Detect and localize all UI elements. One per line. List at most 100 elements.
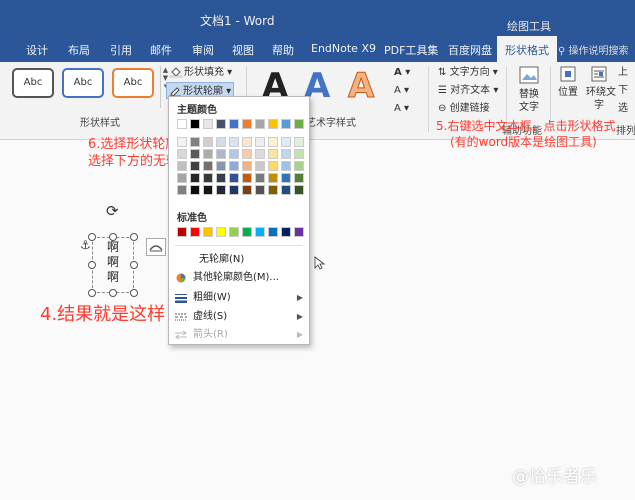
color-swatch[interactable] <box>268 173 278 183</box>
color-swatch[interactable] <box>281 227 291 237</box>
color-swatch[interactable] <box>190 161 200 171</box>
color-swatch[interactable] <box>294 173 304 183</box>
shape-style-2[interactable]: Abc <box>62 68 104 98</box>
tab-layout[interactable]: 布局 <box>68 42 90 58</box>
text-effects-button[interactable]: A ▾ <box>392 100 411 117</box>
color-swatch[interactable] <box>203 119 213 129</box>
color-swatch[interactable] <box>255 185 265 195</box>
color-swatch[interactable] <box>281 161 291 171</box>
resize-handle[interactable] <box>88 233 96 241</box>
color-swatch[interactable] <box>203 149 213 159</box>
color-swatch[interactable] <box>190 119 200 129</box>
color-swatch[interactable] <box>203 137 213 147</box>
align-text-button[interactable]: ☰ 对齐文本 ▾ <box>436 82 500 99</box>
color-swatch[interactable] <box>203 227 213 237</box>
color-swatch[interactable] <box>268 227 278 237</box>
tab-mailings[interactable]: 邮件 <box>150 42 172 58</box>
color-swatch[interactable] <box>216 119 226 129</box>
tab-pdf-tools[interactable]: PDF工具集 <box>384 42 438 58</box>
color-swatch[interactable] <box>294 227 304 237</box>
color-swatch[interactable] <box>268 137 278 147</box>
color-swatch[interactable] <box>216 173 226 183</box>
color-swatch[interactable] <box>229 185 239 195</box>
color-swatch[interactable] <box>281 119 291 129</box>
tab-design[interactable]: 设计 <box>26 42 48 58</box>
more-outline-colors-item[interactable]: 其他轮廓颜色(M)... <box>169 269 309 287</box>
color-swatch[interactable] <box>242 161 252 171</box>
color-swatch[interactable] <box>216 137 226 147</box>
color-swatch[interactable] <box>268 149 278 159</box>
color-swatch[interactable] <box>294 119 304 129</box>
color-swatch[interactable] <box>190 173 200 183</box>
color-swatch[interactable] <box>216 149 226 159</box>
dashes-item[interactable]: 虚线(S) ▶ <box>169 308 309 326</box>
text-outline-button[interactable]: A ▾ <box>392 82 411 99</box>
color-swatch[interactable] <box>255 119 265 129</box>
color-swatch[interactable] <box>281 149 291 159</box>
color-swatch[interactable] <box>229 173 239 183</box>
color-swatch[interactable] <box>242 227 252 237</box>
color-swatch[interactable] <box>203 185 213 195</box>
color-swatch[interactable] <box>229 137 239 147</box>
color-swatch[interactable] <box>294 161 304 171</box>
tab-endnote[interactable]: EndNote X9 <box>311 42 376 55</box>
shape-style-3[interactable]: Abc <box>112 68 154 98</box>
text-fill-button[interactable]: A ▾ <box>392 64 412 81</box>
color-swatch[interactable] <box>242 137 252 147</box>
color-swatch[interactable] <box>203 161 213 171</box>
color-swatch[interactable] <box>255 173 265 183</box>
rotate-handle[interactable]: ⟳ <box>106 202 124 220</box>
color-swatch[interactable] <box>216 185 226 195</box>
resize-handle[interactable] <box>109 289 117 297</box>
color-swatch[interactable] <box>177 185 187 195</box>
color-swatch[interactable] <box>177 227 187 237</box>
no-outline-item[interactable]: 无轮廓(N) <box>169 251 309 269</box>
color-swatch[interactable] <box>229 119 239 129</box>
color-swatch[interactable] <box>268 119 278 129</box>
create-link-button[interactable]: ⊖ 创建链接 <box>436 100 492 117</box>
color-swatch[interactable] <box>190 137 200 147</box>
tab-review[interactable]: 审阅 <box>192 42 214 58</box>
color-swatch[interactable] <box>177 173 187 183</box>
color-swatch[interactable] <box>242 119 252 129</box>
color-swatch[interactable] <box>294 149 304 159</box>
send-backward-button[interactable]: 下 <box>616 82 630 99</box>
color-swatch[interactable] <box>255 149 265 159</box>
arrows-item[interactable]: 箭头(R) ▶ <box>169 326 309 344</box>
color-swatch[interactable] <box>216 227 226 237</box>
tab-baidu-netdisk[interactable]: 百度网盘 <box>448 42 492 58</box>
bring-forward-button[interactable]: 上 <box>616 64 630 81</box>
color-swatch[interactable] <box>216 161 226 171</box>
resize-handle[interactable] <box>130 233 138 241</box>
wordart-style-3[interactable]: A <box>347 66 374 107</box>
color-swatch[interactable] <box>190 227 200 237</box>
resize-handle[interactable] <box>130 289 138 297</box>
tell-me-search[interactable]: ⚲ 操作说明搜索 <box>558 42 629 57</box>
resize-handle[interactable] <box>88 289 96 297</box>
color-swatch[interactable] <box>203 173 213 183</box>
tab-references[interactable]: 引用 <box>110 42 132 58</box>
color-swatch[interactable] <box>177 149 187 159</box>
color-swatch[interactable] <box>255 137 265 147</box>
wrap-text-button[interactable]: 环绕文 字 <box>584 66 616 114</box>
shape-fill-button[interactable]: 形状填充 ▾ <box>168 64 234 81</box>
color-swatch[interactable] <box>242 185 252 195</box>
color-swatch[interactable] <box>255 227 265 237</box>
resize-handle[interactable] <box>130 261 138 269</box>
color-swatch[interactable] <box>281 173 291 183</box>
alt-text-button[interactable]: 替换 文字 <box>512 66 546 114</box>
color-swatch[interactable] <box>177 119 187 129</box>
selection-pane-button[interactable]: 选 <box>616 100 630 117</box>
color-swatch[interactable] <box>294 137 304 147</box>
tab-help[interactable]: 帮助 <box>272 42 294 58</box>
color-swatch[interactable] <box>268 161 278 171</box>
weight-item[interactable]: 粗细(W) ▶ <box>169 289 309 307</box>
color-swatch[interactable] <box>255 161 265 171</box>
color-swatch[interactable] <box>242 173 252 183</box>
color-swatch[interactable] <box>294 185 304 195</box>
color-swatch[interactable] <box>268 185 278 195</box>
tab-shape-format[interactable]: 形状格式 <box>497 36 557 62</box>
color-swatch[interactable] <box>177 137 187 147</box>
tab-view[interactable]: 视图 <box>232 42 254 58</box>
color-swatch[interactable] <box>229 149 239 159</box>
